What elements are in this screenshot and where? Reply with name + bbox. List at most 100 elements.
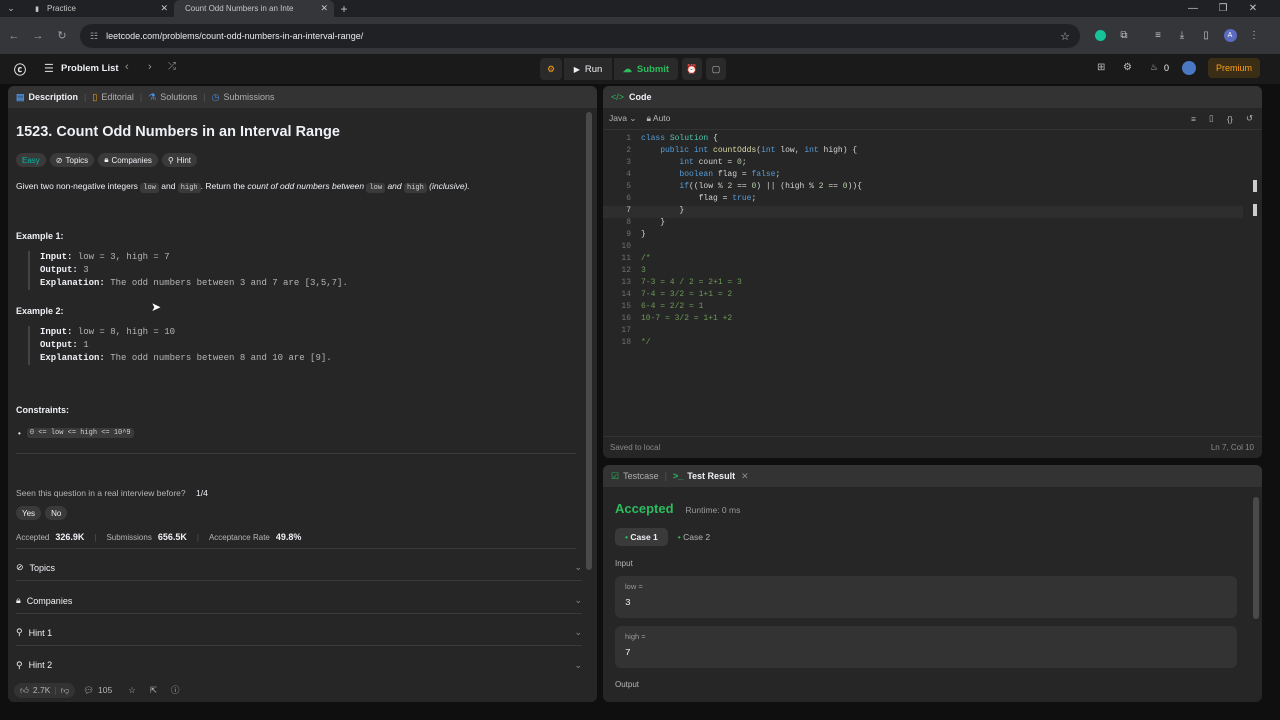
editor-scrollbar[interactable] [1252, 134, 1260, 424]
bookmark-star-icon[interactable]: ☆ [1060, 30, 1070, 43]
problem-list-link[interactable]: Problem List [61, 63, 119, 74]
companies-tag[interactable]: 🔒︎ Companies [98, 153, 158, 167]
leetcode-logo-icon[interactable]: ⓒ [14, 61, 26, 78]
yes-button[interactable]: Yes [16, 506, 42, 520]
minimize-button[interactable]: — [1178, 0, 1208, 17]
media-icon[interactable]: ≡ [1148, 17, 1168, 54]
url-text: leetcode.com/problems/count-odd-numbers-… [106, 31, 364, 41]
premium-button[interactable]: Premium [1208, 58, 1260, 78]
close-icon[interactable]: ✕ [741, 471, 749, 482]
thumbs-down-icon[interactable]: 👎︎ [61, 685, 70, 696]
code-line: 8 } [626, 218, 666, 227]
close-tab-icon[interactable]: ✕ [320, 3, 328, 14]
lightbulb-icon: ⚲ [167, 155, 174, 165]
tab-test-result[interactable]: >_ Test Result ✕ [673, 471, 749, 482]
tab-search-icon[interactable]: ⌄ [0, 0, 22, 17]
next-problem-icon[interactable]: › [148, 61, 152, 73]
user-avatar[interactable] [1182, 61, 1196, 75]
reload-icon[interactable]: ↻ [50, 29, 74, 42]
code-line: 18 */ [621, 338, 651, 347]
book-icon: ▯ [92, 91, 98, 102]
settings-gear-icon[interactable]: ⚙ [1123, 62, 1132, 73]
close-window-button[interactable]: ✕ [1238, 0, 1268, 17]
case-2-tab[interactable]: • Case 2 [668, 528, 720, 546]
timer-icon[interactable]: ⏰ [682, 58, 702, 80]
leetcode-navbar: ⓒ ☰ Problem List ‹ › ⤮ ⚙ ▶ Run ☁ Submit ⏰ … [0, 54, 1280, 84]
accordion-topics[interactable]: ⊘ Topics ⌄ [16, 555, 582, 581]
code-editor[interactable]: 1 class Solution { 2 public int countOdds… [603, 134, 1253, 404]
problem-tags: Easy ⊘ Topics 🔒︎ Companies ⚲ Hint [16, 153, 201, 167]
address-bar[interactable]: ☷ leetcode.com/problems/count-odd-number… [80, 24, 1080, 48]
lock-icon: 🔒︎ [646, 113, 651, 123]
divider: | [54, 685, 57, 695]
comments-button[interactable]: 💬︎ 105 [83, 685, 112, 696]
no-button[interactable]: No [45, 506, 68, 520]
result-tabs: ☑ Testcase | >_ Test Result ✕ [603, 465, 1262, 487]
example-1: Input: low = 3, high = 7 Output: 3 Expla… [28, 251, 348, 290]
accordion-companies[interactable]: 🔒︎ Companies ⌄ [16, 588, 582, 614]
case-1-tab[interactable]: • Case 1 [615, 528, 668, 546]
problem-title[interactable]: 1523. Count Odd Numbers in an Interval R… [16, 124, 340, 140]
var-value: 3 [625, 597, 631, 608]
reset-icon[interactable]: ↺ [1246, 113, 1253, 124]
braces-icon[interactable]: {} [1227, 114, 1233, 124]
shuffle-icon[interactable]: ⤮ [168, 61, 176, 72]
star-icon[interactable]: ☆ [128, 685, 136, 696]
submit-button[interactable]: ☁ Submit [614, 58, 678, 80]
new-tab-button[interactable]: + [334, 2, 354, 16]
restore-button[interactable]: ❐ [1208, 0, 1238, 17]
var-name: low = [625, 582, 643, 591]
code-line: 16 10-7 = 3/2 = 1+1 +2 [621, 314, 733, 323]
problem-stats: Accepted 326.9K | Submissions 656.5K | Acc… [16, 532, 302, 542]
tab-testcase[interactable]: ☑ Testcase [611, 471, 659, 482]
auto-mode[interactable]: 🔒︎ Auto [646, 113, 670, 124]
scrollbar[interactable] [585, 108, 593, 680]
language-select[interactable]: Java ⌄ [609, 113, 636, 124]
run-button[interactable]: ▶ Run [564, 58, 612, 80]
bookmark-icon[interactable]: ▯ [1209, 113, 1214, 124]
list-icon: ☰ [44, 63, 54, 75]
help-icon[interactable]: ⓘ [171, 684, 180, 696]
tab-description[interactable]: ▤ Description [16, 92, 78, 103]
accordion-hint-1[interactable]: ⚲ Hint 1 ⌄ [16, 620, 582, 646]
share-icon[interactable]: ⇱ [150, 685, 157, 696]
debug-icon[interactable]: ⚙ [540, 58, 562, 80]
scrollbar-marker [1253, 204, 1257, 216]
tag-icon: ⊘ [16, 562, 24, 572]
extensions-icon[interactable]: ⧉ [1114, 17, 1134, 54]
scrollbar-thumb[interactable] [586, 112, 592, 570]
tab-submissions[interactable]: ◷ Submissions [212, 92, 275, 103]
format-icon[interactable]: ≡ [1191, 114, 1196, 124]
tab-title: Count Odd Numbers in an Inte [185, 4, 294, 13]
browser-tab-leetcode[interactable]: Count Odd Numbers in an Inte ✕ [174, 0, 334, 17]
problem-statement: Given two non-negative integers low and … [16, 181, 470, 193]
back-icon[interactable]: ← [2, 30, 26, 42]
code-line: 17 [621, 326, 631, 335]
topics-tag[interactable]: ⊘ Topics [49, 153, 95, 167]
description-panel: ▤ Description | ▯ Editorial | ⚗ Solutions |… [8, 86, 597, 702]
like-button[interactable]: 👍︎ 2.7K | 👎︎ [14, 682, 76, 698]
forward-icon[interactable]: → [26, 30, 50, 42]
result-scrollbar[interactable] [1252, 487, 1260, 699]
prev-problem-icon[interactable]: ‹ [125, 61, 129, 73]
code-line: 10 [621, 242, 631, 251]
download-icon[interactable]: ⤓ [1172, 17, 1192, 54]
browser-menu-icon[interactable]: ⋮ [1244, 17, 1264, 54]
lightbulb-icon: ⚲ [16, 627, 23, 637]
notes-icon[interactable]: ▢ [706, 58, 726, 80]
scrollbar-marker [1253, 180, 1257, 192]
hint-tag[interactable]: ⚲ Hint [161, 153, 198, 167]
site-info-icon[interactable]: ☷ [90, 31, 98, 42]
tab-editorial[interactable]: ▯ Editorial [92, 92, 133, 103]
side-panel-icon[interactable]: ▯ [1196, 17, 1216, 54]
profile-avatar[interactable]: A [1220, 17, 1240, 54]
streak-fire-icon[interactable]: ♨ [1150, 62, 1158, 73]
accordion-hint-2[interactable]: ⚲ Hint 2 ⌄ [16, 652, 582, 678]
grammarly-icon[interactable] [1090, 17, 1110, 54]
browser-tab-practice[interactable]: ▮ Practice ✕ [22, 0, 174, 17]
layout-icon[interactable]: ⊞ [1097, 62, 1105, 73]
close-tab-icon[interactable]: ✕ [160, 3, 168, 14]
code-line: 14 7-4 = 3/2 = 1+1 = 2 [621, 290, 733, 299]
scrollbar-thumb[interactable] [1253, 497, 1259, 619]
tab-solutions[interactable]: ⚗ Solutions [148, 92, 197, 103]
